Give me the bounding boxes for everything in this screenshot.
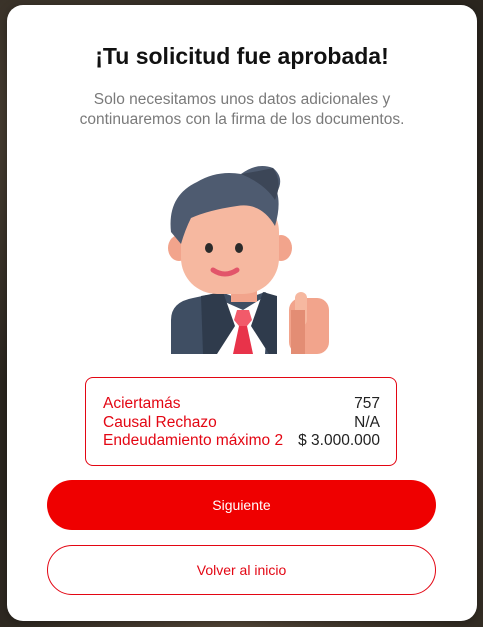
summary-value: N/A (354, 413, 380, 431)
summary-row-endeudamiento: Endeudamiento máximo 2 $ 3.000.000 (103, 432, 380, 451)
summary-label: Aciertamás (103, 395, 181, 412)
modal-subtitle: Solo necesitamos unos datos adicionales … (79, 91, 405, 128)
summary-value: 757 (354, 395, 380, 412)
businessman-thumbs-up-icon (168, 166, 329, 354)
summary-label: Causal Rechazo (103, 413, 217, 431)
summary-row-causal-rechazo: Causal Rechazo N/A (103, 414, 380, 433)
back-to-start-button[interactable]: Volver al inicio (47, 545, 436, 595)
summary-box: Aciertamás 757 Causal Rechazo N/A Endeud… (85, 377, 397, 466)
summary-label: Endeudamiento máximo 2 (103, 432, 284, 449)
summary-row-aciertamas: Aciertamás 757 (103, 395, 380, 414)
modal-title: ¡Tu solicitud fue aprobada! (95, 43, 389, 69)
approval-modal: ¡Tu solicitud fue aprobada! Solo necesit… (7, 5, 477, 621)
summary-value: $ 3.000.000 (298, 432, 380, 449)
next-button[interactable]: Siguiente (47, 480, 436, 530)
